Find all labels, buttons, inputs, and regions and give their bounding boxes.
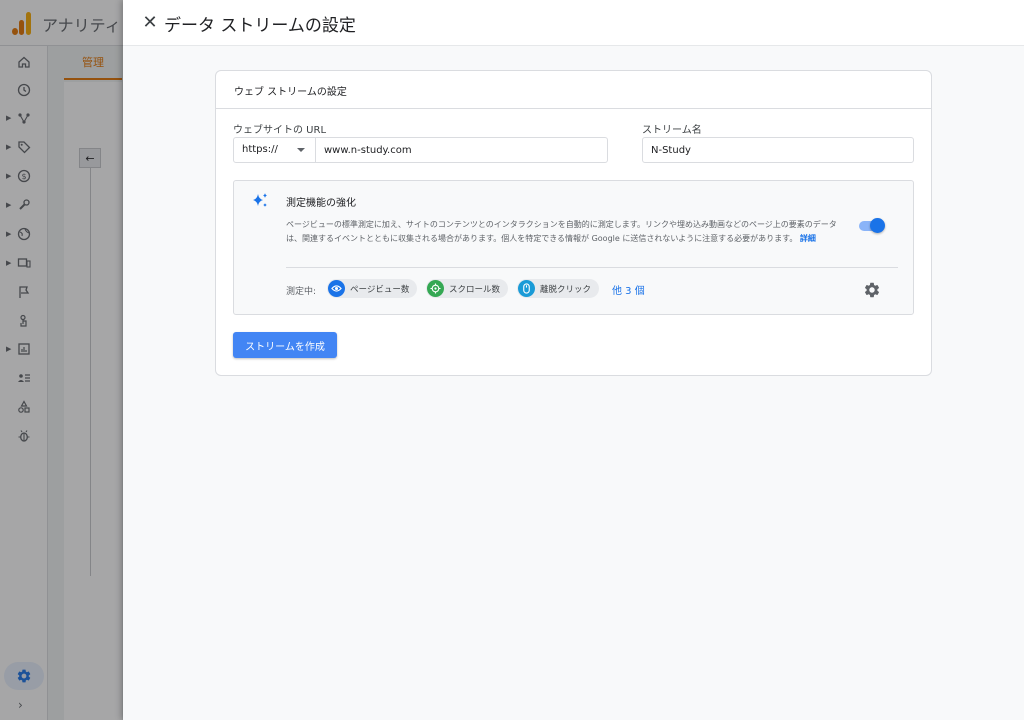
chip-outbound-clicks: 離脱クリック	[517, 279, 600, 298]
website-url-input[interactable]	[316, 138, 606, 162]
gear-icon[interactable]	[863, 281, 881, 299]
card-header: ウェブ ストリームの設定	[216, 71, 931, 109]
mouse-icon	[518, 280, 535, 297]
eye-icon	[328, 280, 345, 297]
chip-page-views: ページビュー数	[327, 279, 418, 298]
enhanced-measurement-section: 測定機能の強化 ページビューの標準測定に加え、サイトのコンテンツとのインタラクシ…	[233, 180, 914, 315]
crosshair-icon	[427, 280, 444, 297]
sparkle-icon	[253, 193, 267, 207]
description-text: ページビューの標準測定に加え、サイトのコンテンツとのインタラクションを自動的に測…	[286, 220, 837, 243]
stream-name-label: ストリーム名	[642, 125, 702, 136]
web-stream-card: ウェブ ストリームの設定 ウェブサイトの URL https:// ストリーム名…	[215, 70, 932, 376]
chip-scrolls: スクロール数	[426, 279, 509, 298]
enhanced-measurement-description: ページビューの標準測定に加え、サイトのコンテンツとのインタラクションを自動的に測…	[286, 218, 846, 246]
stream-settings-panel: ✕ データ ストリームの設定 ウェブ ストリームの設定 ウェブサイトの URL …	[123, 0, 1024, 720]
card-title: ウェブ ストリームの設定	[234, 87, 347, 98]
panel-header: ✕ データ ストリームの設定	[123, 0, 1024, 46]
chevron-down-icon	[297, 148, 305, 152]
stream-name-input[interactable]	[642, 137, 914, 163]
panel-title: データ ストリームの設定	[164, 16, 356, 36]
protocol-select[interactable]: https://	[234, 138, 316, 162]
protocol-value: https://	[242, 144, 278, 155]
website-url-label: ウェブサイトの URL	[233, 125, 327, 136]
enhanced-measurement-title: 測定機能の強化	[286, 198, 356, 209]
chip-label: 離脱クリック	[540, 284, 592, 295]
more-events-link[interactable]: 他 3 個	[612, 282, 645, 297]
website-url-field: https://	[233, 137, 608, 163]
chip-label: スクロール数	[449, 284, 501, 295]
measuring-label: 測定中:	[286, 287, 317, 297]
toggle-knob	[870, 218, 885, 233]
chip-label: ページビュー数	[350, 284, 410, 295]
close-icon[interactable]: ✕	[139, 11, 161, 33]
create-stream-button[interactable]: ストリームを作成	[233, 332, 337, 358]
divider	[286, 267, 898, 268]
details-link[interactable]: 詳細	[800, 234, 816, 243]
enhanced-measurement-toggle[interactable]	[857, 218, 885, 234]
